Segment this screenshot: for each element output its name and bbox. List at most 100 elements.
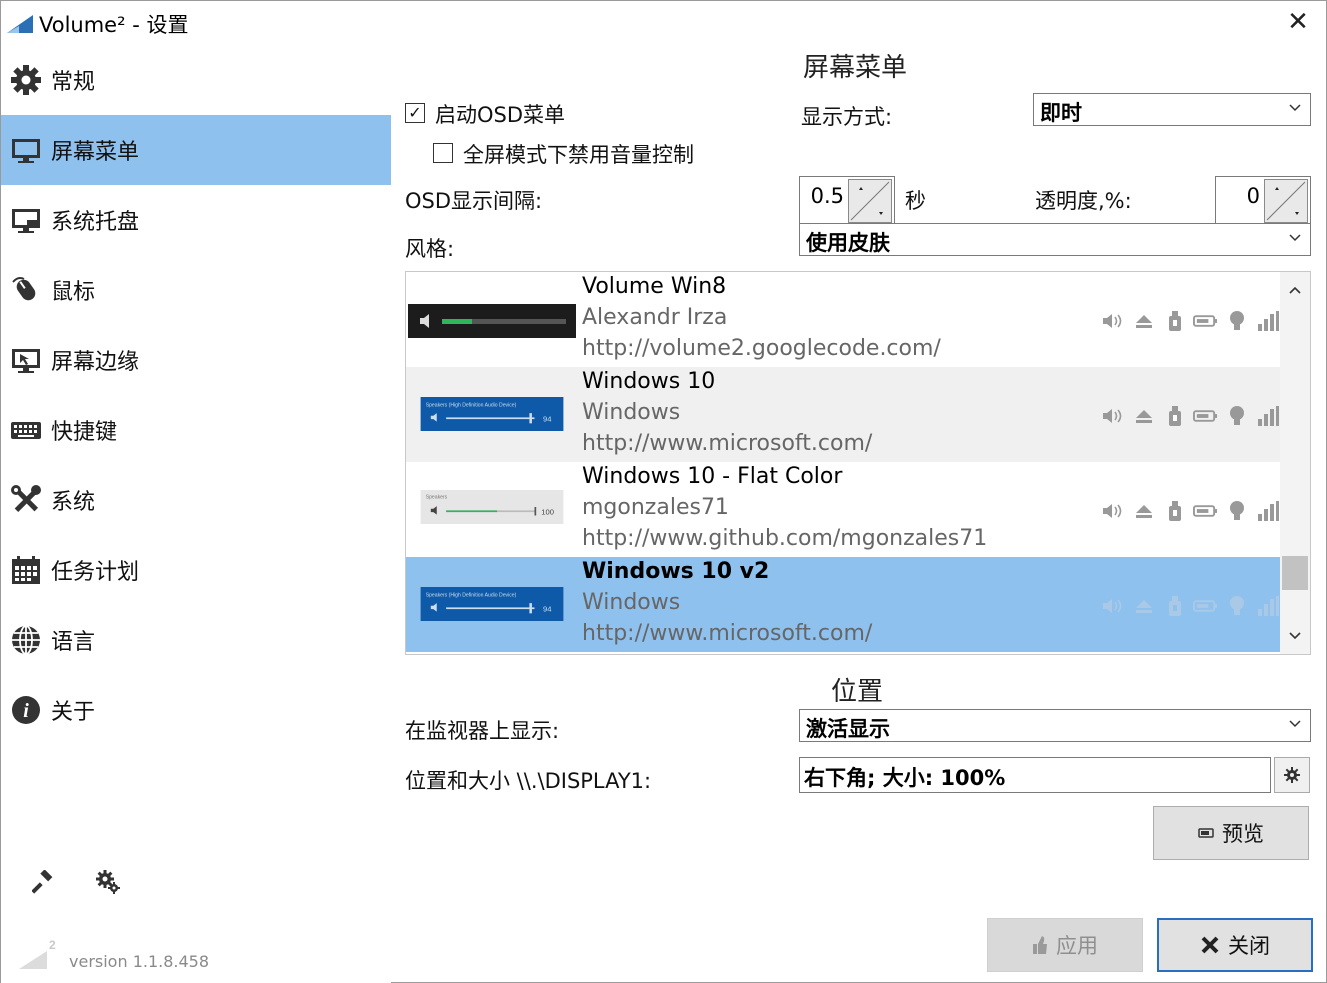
sidebar-item-system[interactable]: 系统 [1, 465, 391, 535]
thumb-caption: Speakers [426, 495, 448, 501]
style-label: 风格: [405, 237, 455, 261]
volume-icon [1100, 499, 1125, 523]
screen-edge-icon [9, 343, 43, 377]
mouse-icon [9, 273, 43, 307]
sidebar-item-osd[interactable]: 屏幕菜单 [1, 115, 391, 185]
app-logo-icon [7, 15, 33, 33]
chevron-up-icon[interactable] [1287, 282, 1303, 298]
position-size-field[interactable]: 右下角; 大小: 100% [799, 757, 1271, 793]
usb-icon [1162, 499, 1187, 523]
sidebar-item-label: 系统托盘 [51, 210, 140, 235]
signal-bars-icon [1255, 404, 1280, 428]
lightbulb-icon [1224, 404, 1249, 428]
usb-icon [1162, 594, 1187, 618]
position-size-label: 位置和大小 \\.\DISPLAY1: [405, 769, 652, 793]
monitor-value: 激活显示 [806, 717, 890, 741]
list-item[interactable]: Volume Win8 Alexandr Irza http://volume2… [406, 272, 1280, 367]
sidebar-item-language[interactable]: 语言 [1, 605, 391, 675]
enable-osd-label: 启动OSD菜单 [435, 103, 566, 127]
opacity-value: 0 [1246, 184, 1260, 208]
volume-icon [1100, 404, 1125, 428]
skin-name: Windows 10 v2 [582, 559, 770, 584]
hammer-button[interactable] [29, 867, 59, 897]
scrollbar-thumb[interactable] [1282, 556, 1308, 590]
list-item[interactable]: Speakers (High Definition Audio Device) … [406, 367, 1280, 462]
osd-interval-spinner[interactable]: 0.5 [799, 176, 895, 226]
sidebar-item-label: 屏幕菜单 [51, 140, 140, 165]
tray-icon [9, 203, 43, 237]
window-close-button[interactable]: ✕ [1285, 9, 1311, 35]
opacity-spinner[interactable]: 0 [1215, 176, 1311, 226]
sidebar-item-hotkeys[interactable]: 快捷键 [1, 395, 391, 465]
osd-interval-value: 0.5 [810, 184, 844, 208]
thumb-value: 100 [541, 508, 554, 517]
battery-icon [1193, 594, 1218, 618]
sidebar-item-label: 系统 [51, 490, 96, 515]
eject-icon [1131, 404, 1156, 428]
sidebar-item-label: 快捷键 [51, 420, 118, 445]
skin-feature-icons [1100, 403, 1280, 429]
spinner-arrows-icon[interactable] [1264, 179, 1308, 223]
battery-icon [1193, 499, 1218, 523]
close-button[interactable]: 关闭 [1157, 918, 1313, 972]
disable-fullscreen-checkbox[interactable] [433, 143, 453, 163]
battery-icon [1193, 309, 1218, 333]
skin-list[interactable]: Volume Win8 Alexandr Irza http://volume2… [405, 271, 1311, 655]
osd-interval-unit: 秒 [905, 189, 926, 213]
chevron-down-icon [1289, 720, 1301, 728]
preview-button[interactable]: 预览 [1153, 806, 1309, 860]
sidebar-item-label: 关于 [51, 700, 96, 725]
sidebar-item-label: 任务计划 [51, 560, 140, 585]
sidebar-item-mouse[interactable]: 鼠标 [1, 255, 391, 325]
apply-button[interactable]: 应用 [987, 918, 1143, 972]
skin-list-scrollbar[interactable] [1280, 272, 1310, 654]
gears-icon [96, 870, 120, 894]
preview-button-label: 预览 [1222, 822, 1264, 846]
osd-interval-label: OSD显示间隔: [405, 189, 543, 213]
svg-text:i: i [23, 700, 29, 722]
sidebar-item-general[interactable]: 常规 [1, 45, 391, 115]
skin-feature-icons [1100, 593, 1280, 619]
position-section-title: 位置 [831, 677, 884, 707]
chevron-down-icon [1289, 104, 1301, 112]
thumb-caption: Speakers (High Definition Audio Device) [426, 402, 517, 408]
gear-icon [1284, 767, 1300, 783]
skin-feature-icons [1100, 308, 1280, 334]
hammer-icon [32, 870, 53, 894]
list-item-selected[interactable]: Speakers (High Definition Audio Device) … [406, 557, 1280, 652]
chevron-down-icon[interactable] [1287, 628, 1303, 644]
advanced-settings-button[interactable] [93, 867, 123, 897]
calendar-icon [9, 553, 43, 587]
window-title: Volume² - 设置 [39, 13, 189, 37]
skin-author: Alexandr Irza [582, 305, 728, 330]
skin-preview-image [408, 304, 576, 338]
position-settings-button[interactable] [1274, 757, 1310, 793]
skin-author: Windows [582, 400, 681, 425]
lightbulb-icon [1224, 499, 1249, 523]
sidebar-item-tray[interactable]: 系统托盘 [1, 185, 391, 255]
skin-url: http://volume2.googlecode.com/ [582, 336, 941, 361]
display-mode-select[interactable]: 即时 [1033, 93, 1311, 126]
volume-icon [1100, 594, 1125, 618]
apply-button-label: 应用 [1056, 934, 1098, 958]
settings-window: Volume² - 设置 ✕ 常规 屏幕菜单 系统托盘 鼠标 屏幕边缘 快捷键 … [0, 0, 1327, 983]
sidebar-item-label: 语言 [51, 630, 96, 655]
style-value: 使用皮肤 [806, 231, 890, 255]
signal-bars-icon [1255, 499, 1280, 523]
spinner-arrows-icon[interactable] [848, 179, 892, 223]
enable-osd-checkbox[interactable]: ✓ [405, 103, 425, 123]
usb-icon [1162, 404, 1187, 428]
close-button-label: 关闭 [1228, 934, 1270, 958]
sidebar-item-about[interactable]: i 关于 [1, 675, 391, 745]
eject-icon [1131, 499, 1156, 523]
sidebar-item-label: 屏幕边缘 [51, 350, 140, 375]
signal-bars-icon [1255, 594, 1280, 618]
sidebar-item-screen-edge[interactable]: 屏幕边缘 [1, 325, 391, 395]
lightbulb-icon [1224, 594, 1249, 618]
monitor-select[interactable]: 激活显示 [799, 709, 1311, 742]
close-icon [1201, 936, 1219, 954]
skin-feature-icons [1100, 498, 1280, 524]
style-select[interactable]: 使用皮肤 [799, 223, 1311, 256]
list-item[interactable]: Speakers 100 Windows 10 - Flat Color mgo… [406, 462, 1280, 557]
sidebar-item-scheduler[interactable]: 任务计划 [1, 535, 391, 605]
